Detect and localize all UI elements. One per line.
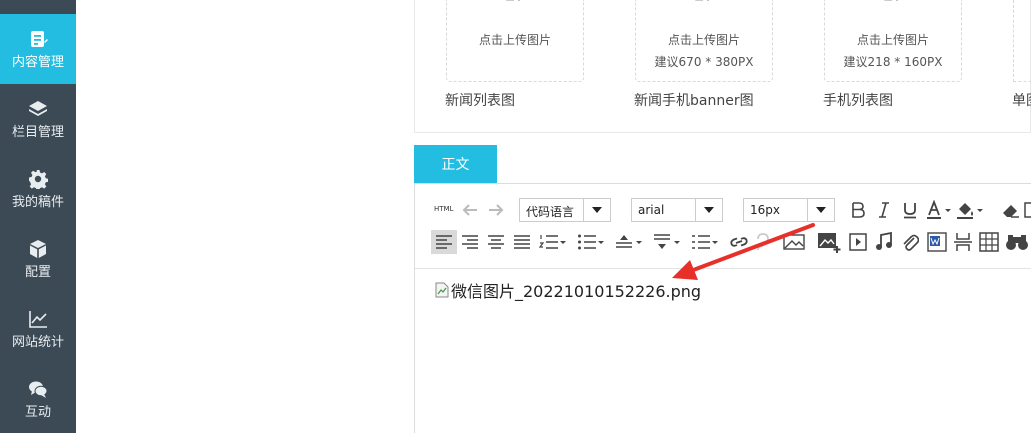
font-color-icon[interactable] [926,200,952,220]
align-center-icon[interactable] [487,234,505,250]
upload-label: 新闻列表图 [445,93,515,109]
chat-bubbles-icon [29,381,48,398]
music-icon[interactable] [875,232,893,252]
edit-doc-icon [31,30,48,47]
select-value: 代码语言 [526,205,575,219]
image-add-icon [884,0,898,1]
sidebar-item-my-drafts[interactable]: 我的稿件 [0,154,76,224]
binoculars-search-icon[interactable] [1005,232,1031,252]
sidebar: 内容管理 栏目管理 我的稿件 配置 网站统计 互动 [0,0,76,433]
bold-icon[interactable] [851,201,865,219]
sidebar-item-label: 栏目管理 [11,124,64,140]
sidebar-item-config[interactable]: 配置 [0,224,76,294]
page-break-icon[interactable] [953,232,973,252]
background-color-icon[interactable] [956,200,986,220]
sidebar-item-label: 网站统计 [11,334,64,350]
upload-label: 单图 [1012,93,1031,109]
upload-button-text: 点击上传图片 [667,33,740,47]
upload-label: 手机列表图 [823,93,893,109]
italic-icon[interactable] [877,201,891,219]
upload-button-text: 点击上传图片 [856,33,929,47]
tab-body[interactable]: 正文 [414,145,497,183]
upload-mobile-list-image[interactable]: 点击上传图片 建议218 * 160PX [824,0,962,82]
gear-icon [29,169,48,189]
upload-news-list-image[interactable]: 点击上传图片 [446,0,584,82]
sidebar-item-interaction[interactable]: 互动 [0,364,76,434]
upload-button-text: 点击上传图片 [478,33,551,47]
image-add-icon [695,0,709,1]
upload-mobile-banner-image[interactable]: 点击上传图片 建议670 * 380PX [635,0,773,82]
more-tools-icon[interactable] [1024,201,1031,219]
align-right-icon[interactable] [461,234,479,250]
broken-image-icon [435,282,449,298]
video-icon[interactable] [849,233,867,251]
tab-label: 正文 [441,157,470,173]
image-upload-panel: 点击上传图片 点击上传图片 建议670 * 380PX 点击上传图片 建议218… [414,0,1031,133]
sidebar-item-label: 内容管理 [11,54,64,70]
upload-size-hint: 建议670 * 380PX [654,55,754,69]
layers-icon [29,100,47,116]
redo-icon[interactable] [487,202,505,218]
upload-single-image[interactable] [1013,0,1031,82]
align-left-icon [436,235,452,249]
image-add-icon [506,0,520,1]
sidebar-item-content-management[interactable]: 内容管理 [0,14,76,84]
multi-image-icon[interactable] [817,231,841,253]
sidebar-item-site-stats[interactable]: 网站统计 [0,294,76,364]
ordered-list-icon[interactable] [539,233,567,251]
html-source-button[interactable]: HTML [434,205,453,213]
sidebar-item-label: 我的稿件 [11,194,64,210]
align-justify-icon[interactable] [513,234,531,250]
align-left-button[interactable] [431,230,457,254]
upload-size-hint: 建议218 * 160PX [843,55,943,69]
rich-text-editor: 正文 HTML 代码语言 arial 16px 微信图片_20221010152… [414,145,1031,433]
line-chart-icon [29,310,47,328]
underline-icon[interactable] [902,201,918,219]
table-icon[interactable] [979,232,999,252]
attachment-icon[interactable] [901,232,919,252]
code-language-select[interactable]: 代码语言 [519,198,611,222]
undo-icon[interactable] [461,202,479,218]
cube-icon [30,239,46,258]
chevron-down-icon [583,199,610,221]
word-image-icon[interactable] [927,232,947,252]
unordered-list-icon[interactable] [577,233,605,251]
sidebar-item-column-management[interactable]: 栏目管理 [0,84,76,154]
row-spacing-top-icon[interactable] [615,233,643,251]
annotation-arrow [672,223,815,280]
eraser-icon[interactable] [1001,201,1021,219]
sidebar-item-label: 互动 [24,404,51,420]
sidebar-item-label: 配置 [24,264,51,280]
upload-label: 新闻手机banner图 [634,93,754,109]
html-label: HTML [434,205,454,213]
